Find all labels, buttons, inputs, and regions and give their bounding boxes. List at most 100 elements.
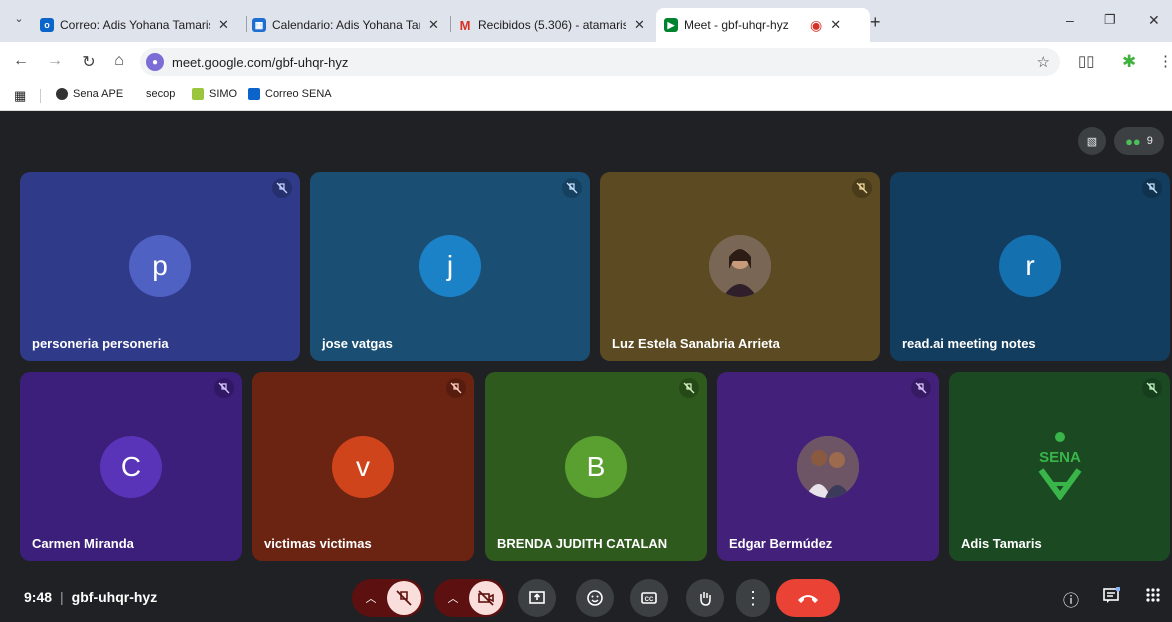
svg-text:CC: CC [645,597,654,603]
close-tab-icon[interactable]: ✕ [218,17,229,33]
bookmark-simo[interactable]: SIMO [192,88,237,100]
participant-tile[interactable]: Luz Estela Sanabria Arrieta [600,172,880,361]
activities-grid-icon[interactable] [1142,587,1164,608]
avatar: C [100,436,162,498]
hang-up-icon [798,595,818,603]
participant-tile[interactable]: C Carmen Miranda [20,372,242,561]
outlook-icon: o [40,18,54,32]
meeting-details-icon[interactable]: ⓘ [1060,587,1082,611]
tab-calendario[interactable]: ▦ Calendario: Adis Yohana Tamari ✕ [252,8,448,42]
participant-name: read.ai meeting notes [902,336,1036,351]
mic-off-icon [852,178,872,198]
leave-call-button[interactable] [776,579,840,617]
emoji-icon [587,590,603,606]
participant-name: Edgar Bermúdez [729,536,833,551]
tab-search-icon[interactable]: ⌄ [8,12,30,25]
captions-button[interactable]: CC [630,579,668,617]
bookmark-sena-ape[interactable]: Sena APE [56,88,123,100]
sena-logo: SENA [1027,430,1093,502]
tab-correo[interactable]: o Correo: Adis Yohana Tamaris Ri ✕ [40,8,240,42]
home-icon[interactable]: ⌂ [108,52,130,70]
captions-icon: CC [641,592,657,604]
people-icon: ●● [1125,133,1141,149]
present-icon [529,591,545,604]
participant-name: Adis Tamaris [961,536,1042,551]
sena-extension-icon[interactable]: ✱ [1122,52,1136,72]
participant-tile[interactable]: r read.ai meeting notes [890,172,1170,361]
participant-tile[interactable]: Edgar Bermúdez [717,372,939,561]
participants-button[interactable]: ●● 9 [1114,127,1164,155]
more-options-button[interactable]: ⋮ [736,579,770,617]
mic-off-icon [214,378,234,398]
globe-icon [56,88,68,100]
meeting-code: gbf-uhqr-hyz [71,589,158,605]
tab-meet[interactable]: ▶ Meet - gbf-uhqr-hyz ◉ ✕ [656,8,870,42]
mic-off-icon [562,178,582,198]
reading-mode-icon[interactable]: ▯▯ [1078,52,1095,70]
meet-top-controls: ▧ ●● 9 [1078,127,1164,155]
address-bar[interactable]: ● meet.google.com/gbf-uhqr-hyz ☆ [140,48,1060,76]
restore-icon[interactable]: ❐ [1104,12,1116,28]
menu-kebab-icon[interactable]: ⋮ [1158,52,1172,70]
camera-control-group: ︿ [434,579,506,617]
avatar: B [565,436,627,498]
meet-icon: ▶ [664,18,678,32]
mic-options-chevron-icon[interactable]: ︿ [355,590,387,606]
mic-off-icon [679,378,699,398]
close-tab-icon[interactable]: ✕ [634,17,645,33]
mic-off-icon [272,178,292,198]
participant-tile[interactable]: v victimas victimas [252,372,474,561]
raise-hand-button[interactable] [686,579,724,617]
participant-name: Luz Estela Sanabria Arrieta [612,336,780,351]
gmail-icon: M [459,17,471,33]
close-tab-icon[interactable]: ✕ [428,17,439,33]
new-tab-button[interactable]: + [870,12,881,33]
bookmark-star-icon[interactable]: ☆ [1037,53,1050,71]
mic-off-icon [446,378,466,398]
forward-icon[interactable]: → [44,52,66,70]
back-icon[interactable]: ← [10,52,32,70]
reload-icon[interactable]: ↻ [78,52,100,72]
more-kebab-icon: ⋮ [744,587,762,608]
hide-video-icon[interactable]: ▧ [1078,127,1106,155]
avatar-photo [709,235,771,297]
bookmarks-bar: ▦ Sena APE secop SIMO Correo SENA [0,82,1172,111]
minimize-icon[interactable]: – [1066,12,1074,28]
bookmark-correo-sena[interactable]: Correo SENA [248,88,332,100]
participant-name: BRENDA JUDITH CATALAN [497,536,668,551]
chat-icon[interactable] [1100,586,1122,610]
apps-grid-icon[interactable]: ▦ [14,88,26,104]
mic-off-icon [1142,178,1162,198]
participant-tile[interactable]: j jose vatgas [310,172,590,361]
tab-gmail[interactable]: M Recibidos (5.306) - atamaris250 ✕ [458,8,648,42]
url-text: meet.google.com/gbf-uhqr-hyz [172,54,349,70]
outlook-icon [248,88,260,100]
tab-divider [450,16,451,32]
participant-tile[interactable]: B BRENDA JUDITH CATALAN [485,372,707,561]
participant-tile[interactable]: p personeria personeria [20,172,300,361]
bookmark-secop[interactable]: secop [146,88,175,100]
close-tab-icon[interactable]: ✕ [830,17,841,33]
avatar: r [999,235,1061,297]
site-info-icon[interactable]: ● [146,53,164,71]
avatar: p [129,235,191,297]
tab-divider [246,16,247,32]
browser-tab-strip: ⌄ o Correo: Adis Yohana Tamaris Ri ✕ ▦ C… [0,0,1172,42]
avatar: v [332,436,394,498]
mic-off-icon [396,590,412,606]
reactions-button[interactable] [576,579,614,617]
camera-toggle-button[interactable] [469,581,503,615]
mic-toggle-button[interactable] [387,581,421,615]
present-screen-button[interactable] [518,579,556,617]
mic-control-group: ︿ [352,579,424,617]
clock: 9:48 [24,589,53,605]
participant-tile[interactable]: SENA Adis Tamaris [949,372,1170,561]
meet-controls-bar: 9:48 | gbf-uhqr-hyz ︿ ︿ CC ⋮ ⓘ [0,574,1172,622]
camera-options-chevron-icon[interactable]: ︿ [437,590,469,606]
calendar-icon: ▦ [252,18,266,32]
meeting-info: 9:48 | gbf-uhqr-hyz [24,589,158,605]
close-window-icon[interactable]: ✕ [1148,12,1160,29]
participant-name: jose vatgas [322,336,393,351]
camera-off-icon [478,590,494,606]
browser-toolbar: ← → ↻ ⌂ ● meet.google.com/gbf-uhqr-hyz ☆… [0,42,1172,82]
